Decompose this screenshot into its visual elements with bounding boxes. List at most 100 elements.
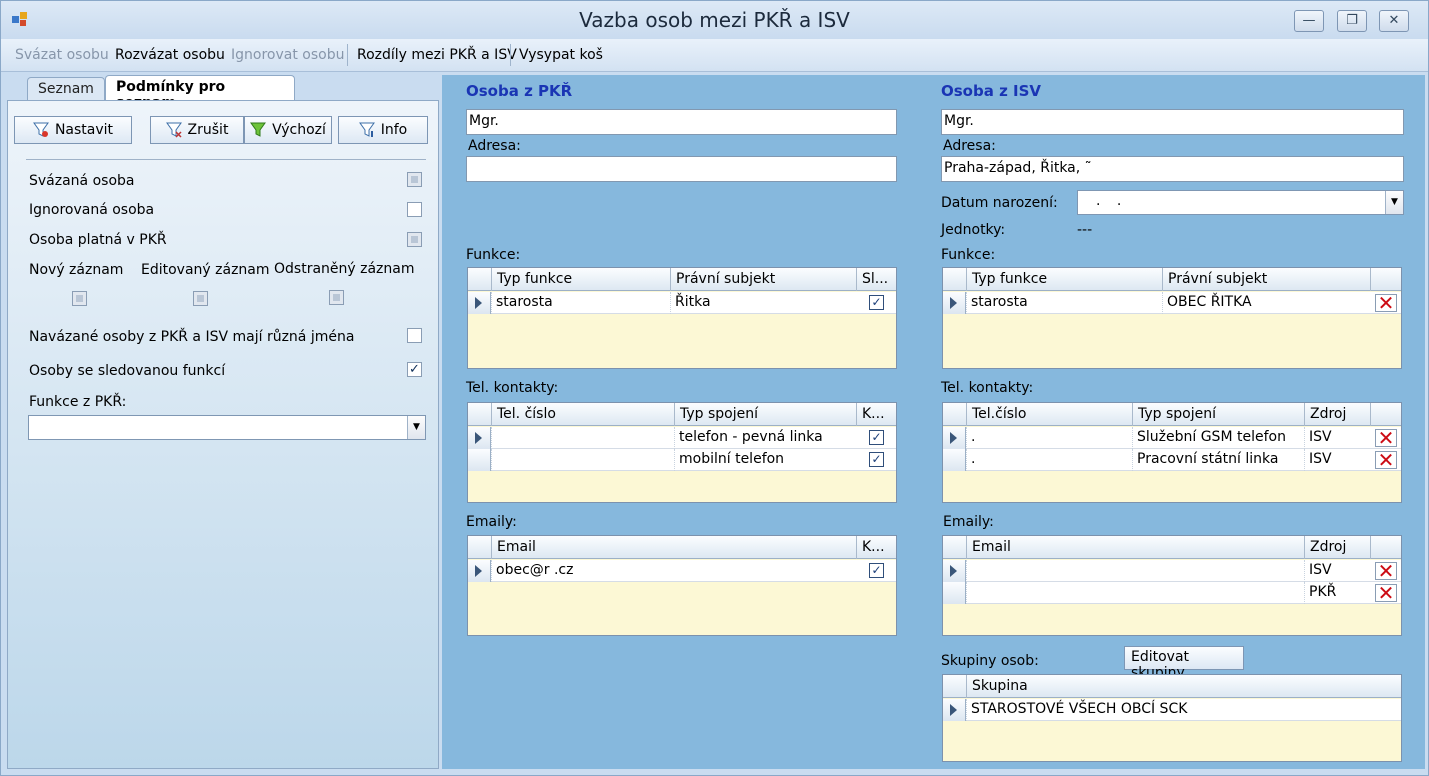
- tab-seznam[interactable]: Seznam: [27, 77, 105, 101]
- datum-narozeni-picker[interactable]: . . ▼: [1077, 190, 1404, 215]
- odstraneny-checkbox[interactable]: [329, 290, 344, 305]
- tab-podminky[interactable]: Podmínky pro seznam: [105, 75, 295, 111]
- table-row[interactable]: telefon - pevná linka ✓: [468, 427, 896, 449]
- row-selector[interactable]: [943, 292, 966, 314]
- divider: [26, 159, 426, 160]
- row-selector[interactable]: [943, 699, 966, 721]
- row-selector[interactable]: [468, 427, 491, 449]
- close-icon: ✕: [1388, 13, 1400, 28]
- isv-adresa-field[interactable]: Praha-západ, Řitka, ˜: [941, 156, 1404, 182]
- row-checkbox[interactable]: ✓: [869, 430, 884, 445]
- row-selector[interactable]: [943, 427, 966, 449]
- row-checkbox[interactable]: ✓: [869, 563, 884, 578]
- delete-icon[interactable]: ✕: [1375, 450, 1397, 470]
- sledovana-checkbox[interactable]: ✓: [407, 362, 422, 377]
- col-kontakt[interactable]: K...: [856, 536, 898, 559]
- ruzna-jmena-checkbox[interactable]: [407, 328, 422, 343]
- odstraneny-label: Odstraněný záznam: [274, 261, 415, 277]
- col-kontakt[interactable]: K...: [856, 403, 898, 426]
- table-row[interactable]: obec@r .cz ✓: [468, 560, 896, 582]
- platna-checkbox[interactable]: [407, 232, 422, 247]
- table-row[interactable]: PKŘ ✕: [943, 582, 1401, 604]
- col-skupina[interactable]: Skupina: [966, 675, 1403, 698]
- cell-typ: starosta: [966, 292, 1162, 314]
- funkce-pkr-label: Funkce z PKŘ:: [29, 394, 127, 410]
- pkr-header: Osoba z PKŘ: [466, 82, 573, 100]
- nastavit-button[interactable]: Nastavit: [14, 116, 132, 144]
- toolbar-vysypat-kos[interactable]: Vysypat koš: [519, 47, 603, 63]
- novy-checkbox[interactable]: [72, 291, 87, 306]
- datum-narozeni-value: . .: [1096, 193, 1128, 209]
- col-zdroj[interactable]: Zdroj: [1304, 536, 1370, 559]
- row-checkbox[interactable]: ✓: [869, 452, 884, 467]
- filter-apply-icon: [32, 122, 49, 137]
- grid-header: Skupina: [943, 675, 1401, 698]
- toolbar: Svázat osobu Rozvázat osobu Ignorovat os…: [1, 39, 1428, 72]
- filter-default-icon: [250, 122, 267, 137]
- row-selector[interactable]: [943, 449, 966, 471]
- ignorovana-checkbox[interactable]: [407, 202, 422, 217]
- table-row[interactable]: . Služební GSM telefon ISV ✕: [943, 427, 1401, 449]
- svazana-checkbox[interactable]: [407, 172, 422, 187]
- funkce-pkr-combo[interactable]: ▼: [28, 415, 426, 440]
- toolbar-rozvazat-osobu[interactable]: Rozvázat osobu: [115, 47, 225, 63]
- zrusit-button[interactable]: Zrušit: [150, 116, 244, 144]
- table-row[interactable]: STAROSTOVÉ VŠECH OBCÍ SCK: [943, 699, 1401, 721]
- table-row[interactable]: starosta OBEC ŘITKA ✕: [943, 292, 1401, 314]
- toolbar-svazat-osobu[interactable]: Svázat osobu: [15, 47, 109, 63]
- editovany-checkbox[interactable]: [193, 291, 208, 306]
- row-selector[interactable]: [468, 449, 491, 471]
- delete-icon[interactable]: ✕: [1375, 428, 1397, 448]
- col-tel-cislo[interactable]: Tel. číslo: [491, 403, 674, 426]
- delete-icon[interactable]: ✕: [1375, 561, 1397, 581]
- col-zdroj[interactable]: Zdroj: [1304, 403, 1370, 426]
- isv-email-label: Emaily:: [943, 514, 994, 530]
- table-row[interactable]: ISV ✕: [943, 560, 1401, 582]
- restore-button[interactable]: ❐: [1337, 10, 1367, 32]
- col-typ-funkce[interactable]: Typ funkce: [491, 268, 670, 291]
- jednotky-label: Jednotky:: [941, 222, 1006, 238]
- table-row[interactable]: mobilní telefon ✓: [468, 449, 896, 471]
- row-selector[interactable]: [468, 292, 491, 314]
- pkr-adresa-label: Adresa:: [468, 138, 521, 154]
- col-tel-cislo[interactable]: Tel.číslo: [966, 403, 1132, 426]
- cell-cislo: .: [966, 427, 1132, 449]
- close-button[interactable]: ✕: [1379, 10, 1409, 32]
- table-row[interactable]: starosta Řitka ✓: [468, 292, 896, 314]
- current-row-icon: [950, 565, 957, 577]
- col-typ-funkce[interactable]: Typ funkce: [966, 268, 1162, 291]
- col-typ-spojeni[interactable]: Typ spojení: [674, 403, 856, 426]
- title-bar[interactable]: Vazba osob mezi PKŘ a ISV — ❐ ✕: [1, 1, 1428, 39]
- chevron-down-icon[interactable]: ▼: [1385, 191, 1403, 214]
- pkr-adresa-field[interactable]: [466, 156, 897, 182]
- vychozi-button[interactable]: Výchozí: [244, 116, 332, 144]
- table-row[interactable]: . Pracovní státní linka ISV ✕: [943, 449, 1401, 471]
- col-delete: [1370, 403, 1403, 426]
- minimize-icon: —: [1302, 13, 1316, 28]
- cell-email: [966, 560, 1304, 582]
- col-typ-spojeni[interactable]: Typ spojení: [1132, 403, 1304, 426]
- chevron-down-icon[interactable]: ▼: [407, 416, 425, 439]
- row-selector[interactable]: [943, 560, 966, 582]
- editovat-skupiny-button[interactable]: Editovat skupiny: [1124, 646, 1244, 681]
- col-email[interactable]: Email: [491, 536, 856, 559]
- isv-name-field[interactable]: Mgr.: [941, 109, 1404, 135]
- grid-header: Tel. číslo Typ spojení K...: [468, 403, 896, 426]
- cell-subjekt: OBEC ŘITKA: [1162, 292, 1370, 314]
- minimize-button[interactable]: —: [1294, 10, 1324, 32]
- cell-zdroj: ISV: [1304, 427, 1370, 449]
- col-sledovana[interactable]: Sl...: [856, 268, 898, 291]
- isv-funkce-label: Funkce:: [941, 247, 996, 263]
- col-email[interactable]: Email: [966, 536, 1304, 559]
- col-pravni-subjekt[interactable]: Právní subjekt: [670, 268, 856, 291]
- toolbar-rozdily[interactable]: Rozdíly mezi PKŘ a ISV: [357, 47, 517, 63]
- row-checkbox[interactable]: ✓: [869, 295, 884, 310]
- row-selector[interactable]: [468, 560, 491, 582]
- pkr-name-field[interactable]: Mgr.: [466, 109, 897, 135]
- delete-icon[interactable]: ✕: [1375, 293, 1397, 313]
- toolbar-ignorovat-osobu[interactable]: Ignorovat osobu: [231, 47, 344, 63]
- col-pravni-subjekt[interactable]: Právní subjekt: [1162, 268, 1370, 291]
- delete-icon[interactable]: ✕: [1375, 583, 1397, 603]
- info-button[interactable]: Info: [338, 116, 428, 144]
- row-selector[interactable]: [943, 582, 966, 604]
